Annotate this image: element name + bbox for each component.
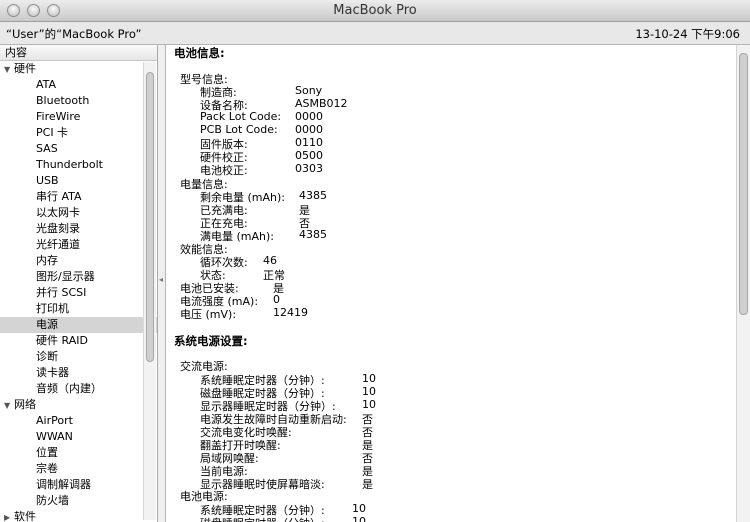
sidebar-item[interactable]: WWAN <box>0 429 157 445</box>
info-value: 10 <box>362 398 376 411</box>
sidebar-item[interactable]: 读卡器 <box>0 365 157 381</box>
sidebar-item[interactable]: Thunderbolt <box>0 157 157 173</box>
power-settings-title: 系统电源设置: <box>174 334 248 348</box>
sidebar-item[interactable]: 内存 <box>0 253 157 269</box>
info-value: 10 <box>362 372 376 385</box>
sidebar-group[interactable]: ▶ 软件 <box>0 509 157 522</box>
sidebar-item[interactable]: 光纤通道 <box>0 237 157 253</box>
sidebar-group[interactable]: ▼ 硬件 <box>0 61 157 77</box>
info-value: 0 <box>273 293 280 306</box>
sidebar-item[interactable]: 电源 <box>0 317 157 333</box>
info-key: Pack Lot Code: <box>200 110 282 123</box>
sidebar-header[interactable]: 内容 <box>0 45 157 61</box>
info-value: 是 <box>362 478 373 491</box>
detail-scroll-thumb[interactable] <box>739 53 748 315</box>
info-value: ASMB012 <box>295 97 348 110</box>
info-value: Sony <box>295 84 323 97</box>
sidebar-scrollbar[interactable] <box>143 62 156 520</box>
info-key: PCB Lot Code: <box>200 123 278 136</box>
sidebar-item[interactable]: ATA <box>0 77 157 93</box>
info-value: 10 <box>352 515 366 522</box>
sidebar-item[interactable]: Bluetooth <box>0 93 157 109</box>
pane-splitter[interactable]: ◂ <box>158 45 166 522</box>
disclosure-open-icon[interactable]: ▼ <box>4 62 14 78</box>
info-value: 0500 <box>295 149 323 162</box>
sidebar-scroll-thumb[interactable] <box>146 72 154 362</box>
info-value: 0110 <box>295 136 323 149</box>
splitter-grip-icon: ◂ <box>159 275 164 284</box>
info-value: 4385 <box>299 189 327 202</box>
info-key: 磁盘睡眠定时器（分钟）: <box>200 515 325 522</box>
sidebar-item[interactable]: SAS <box>0 141 157 157</box>
sidebar-item[interactable]: AirPort <box>0 413 157 429</box>
info-value: 10 <box>352 502 366 515</box>
sidebar-item[interactable]: 串行 ATA <box>0 189 157 205</box>
sidebar-item[interactable]: PCI 卡 <box>0 125 157 141</box>
info-value: 12419 <box>273 306 308 319</box>
sidebar-item[interactable]: 硬件 RAID <box>0 333 157 349</box>
sidebar-group-label: 硬件 <box>14 62 36 75</box>
detail-pane: 电池信息: 系统电源设置: 型号信息: 制造商: Sony 设备名称: ASMB012 P… <box>166 45 750 522</box>
info-bar: “User”的“MacBook Pro” 13-10-24 下午9:06 <box>0 22 750 45</box>
sidebar-list: ▼ 硬件 ATA Bluetooth FireWire PCI 卡 SAS Thunderbo… <box>0 61 157 522</box>
sidebar-item[interactable]: 打印机 <box>0 301 157 317</box>
detail-scrollbar[interactable] <box>736 45 750 522</box>
sidebar-item[interactable]: 调制解调器 <box>0 477 157 493</box>
sidebar-item[interactable]: FireWire <box>0 109 157 125</box>
breadcrumb: “User”的“MacBook Pro” <box>6 27 142 41</box>
sidebar-group-label: 网络 <box>14 398 36 411</box>
disclosure-open-icon[interactable]: ▼ <box>4 398 14 414</box>
sidebar-item[interactable]: 音频（内建） <box>0 381 157 397</box>
sidebar-group[interactable]: ▼ 网络 <box>0 397 157 413</box>
sidebar-item[interactable]: 图形/显示器 <box>0 269 157 285</box>
info-key: 电压 (mV): <box>180 308 237 321</box>
sidebar-item[interactable]: 诊断 <box>0 349 157 365</box>
info-value: 0000 <box>295 110 323 123</box>
sidebar-item[interactable]: 以太网卡 <box>0 205 157 221</box>
sidebar-item[interactable]: 位置 <box>0 445 157 461</box>
sidebar-item[interactable]: 光盘刻录 <box>0 221 157 237</box>
sidebar-item[interactable]: USB <box>0 173 157 189</box>
sidebar-item[interactable]: 防火墙 <box>0 493 157 509</box>
info-value: 46 <box>263 254 277 267</box>
info-value: 0000 <box>295 123 323 136</box>
info-value: 4385 <box>299 228 327 241</box>
info-value: 0303 <box>295 162 323 175</box>
title-bar: MacBook Pro <box>0 0 750 22</box>
sidebar-item[interactable]: 宗卷 <box>0 461 157 477</box>
sidebar-item[interactable]: 并行 SCSI <box>0 285 157 301</box>
disclosure-closed-icon[interactable]: ▶ <box>4 510 14 522</box>
sidebar-group-label: 软件 <box>14 510 36 522</box>
info-value: 10 <box>362 385 376 398</box>
window-title: MacBook Pro <box>333 3 417 18</box>
battery-info-title: 电池信息: <box>174 46 225 60</box>
datetime: 13-10-24 下午9:06 <box>635 27 740 41</box>
sidebar: 内容 ▼ 硬件 ATA Bluetooth FireWire PCI 卡 SAS Thunde… <box>0 45 158 522</box>
